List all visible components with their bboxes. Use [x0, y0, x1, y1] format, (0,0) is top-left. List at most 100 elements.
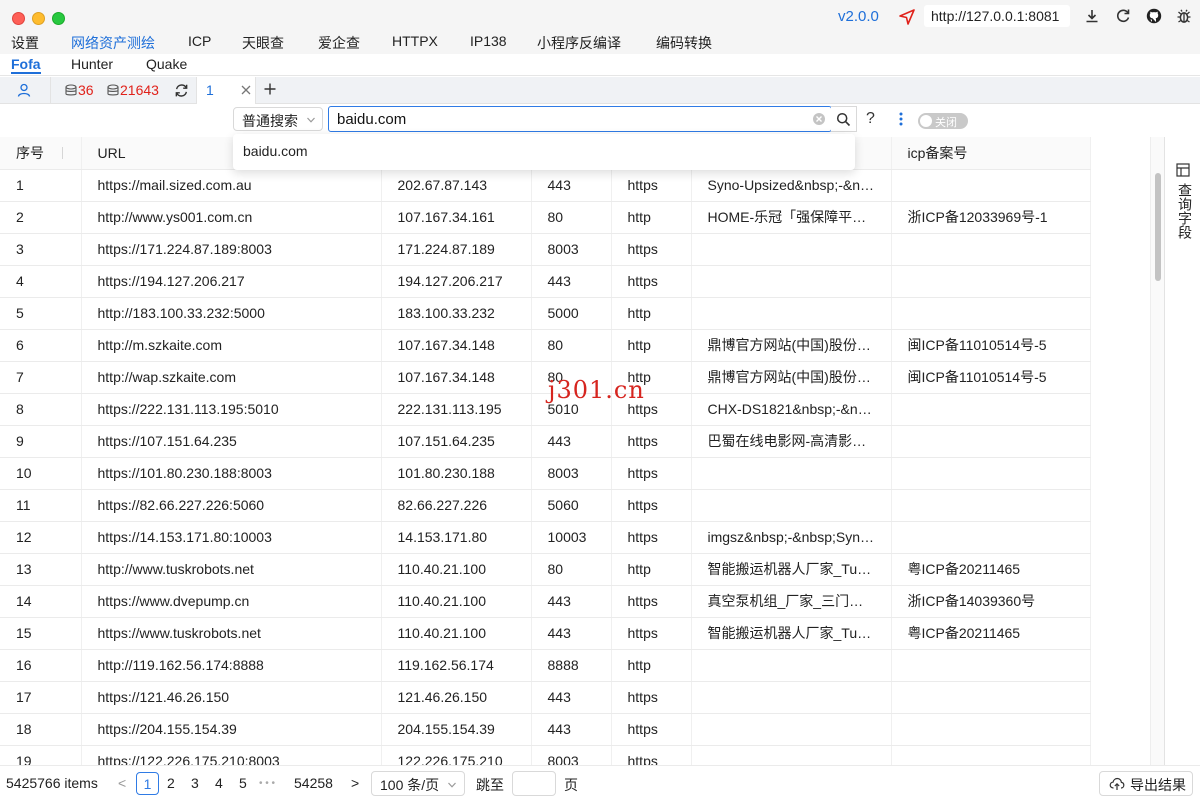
cell-title[interactable] [691, 745, 892, 765]
cell-url[interactable]: https://www.dvepump.cn [81, 585, 382, 618]
table-row[interactable]: 16 http://119.162.56.174:8888 119.162.56.1… [0, 649, 1091, 682]
cell-icp[interactable]: 粤ICP备20211465 [891, 617, 1091, 650]
cell-index[interactable]: 15 [0, 617, 82, 650]
close-window-button[interactable] [12, 12, 25, 25]
cell-index[interactable]: 9 [0, 425, 82, 458]
cell-index[interactable]: 7 [0, 361, 82, 394]
scrollbar-thumb[interactable] [1155, 173, 1161, 281]
cell-icp[interactable]: 闽ICP备11010514号-5 [891, 361, 1091, 394]
cell-title[interactable]: imgsz&nbsp;-&nbsp;Synology [691, 521, 892, 554]
cell-index[interactable]: 16 [0, 649, 82, 682]
cell-title[interactable]: 鼎博官方网站(中国)股份有限公司 [691, 329, 892, 362]
cell-protocol[interactable]: http [611, 329, 692, 362]
cell-ip[interactable]: 121.46.26.150 [381, 681, 532, 714]
cell-title[interactable] [691, 265, 892, 298]
cell-icp[interactable]: 闽ICP备11010514号-5 [891, 329, 1091, 362]
cell-url[interactable]: https://204.155.154.39 [81, 713, 382, 746]
server-url-field[interactable]: http://127.0.0.1:8081 [924, 5, 1070, 27]
page-ellipsis[interactable]: • • • [259, 778, 275, 789]
table-row[interactable]: 12 https://14.153.171.80:10003 14.153.171.… [0, 521, 1091, 554]
cell-ip[interactable]: 119.162.56.174 [381, 649, 532, 682]
cell-ip[interactable]: 110.40.21.100 [381, 617, 532, 650]
cell-protocol[interactable]: https [611, 489, 692, 522]
cell-title[interactable]: 智能搬运机器人厂家_Tusk机器人 [691, 617, 892, 650]
table-row[interactable]: 13 http://www.tuskrobots.net 110.40.21.100… [0, 553, 1091, 586]
cell-port[interactable]: 5000 [531, 297, 612, 330]
cell-ip[interactable]: 82.66.227.226 [381, 489, 532, 522]
cell-port[interactable]: 443 [531, 713, 612, 746]
cell-url[interactable]: https://107.151.64.235 [81, 425, 382, 458]
cell-protocol[interactable]: https [611, 521, 692, 554]
cell-title[interactable] [691, 489, 892, 522]
refresh-stats-icon[interactable] [174, 83, 189, 98]
menu-item-httpx[interactable]: HTTPX [392, 33, 438, 49]
cell-ip[interactable]: 14.153.171.80 [381, 521, 532, 554]
cell-protocol[interactable]: https [611, 233, 692, 266]
cell-url[interactable]: http://119.162.56.174:8888 [81, 649, 382, 682]
cell-index[interactable]: 10 [0, 457, 82, 490]
cell-protocol[interactable]: https [611, 425, 692, 458]
table-row[interactable]: 10 https://101.80.230.188:8003 101.80.230.… [0, 457, 1091, 490]
cell-icp[interactable]: 粤ICP备20211465 [891, 553, 1091, 586]
cell-protocol[interactable]: https [611, 169, 692, 202]
cell-index[interactable]: 3 [0, 233, 82, 266]
cell-icp[interactable] [891, 233, 1091, 266]
cell-index[interactable]: 19 [0, 745, 82, 765]
cell-title[interactable]: 鼎博官方网站(中国)股份有限公司 [691, 361, 892, 394]
menu-item-aiqicha[interactable]: 爱企查 [318, 33, 360, 53]
cell-icp[interactable] [891, 745, 1091, 765]
cell-url[interactable]: http://www.tuskrobots.net [81, 553, 382, 586]
prev-page-button[interactable]: < [118, 775, 126, 791]
cell-index[interactable]: 1 [0, 169, 82, 202]
cell-ip[interactable]: 204.155.154.39 [381, 713, 532, 746]
cell-icp[interactable] [891, 425, 1091, 458]
cell-icp[interactable] [891, 297, 1091, 330]
vertical-scrollbar[interactable] [1150, 137, 1164, 765]
cell-protocol[interactable]: https [611, 617, 692, 650]
add-tab-icon[interactable] [263, 82, 277, 96]
cell-title[interactable]: 真空泵机组_厂家_三门峡泵业 [691, 585, 892, 618]
page-button-2[interactable]: 2 [167, 775, 175, 791]
cell-icp[interactable] [891, 169, 1091, 202]
cell-title[interactable]: HOME-乐冠「强保障平台」 [691, 201, 892, 234]
table-row[interactable]: 6 http://m.szkaite.com 107.167.34.148 80 htt… [0, 329, 1091, 362]
cell-index[interactable]: 17 [0, 681, 82, 714]
cell-protocol[interactable]: https [611, 681, 692, 714]
cell-url[interactable]: http://www.ys001.com.cn [81, 201, 382, 234]
cell-url[interactable]: http://m.szkaite.com [81, 329, 382, 362]
download-icon[interactable] [1084, 8, 1100, 24]
cell-url[interactable]: https://171.224.87.189:8003 [81, 233, 382, 266]
cell-url[interactable]: https://222.131.113.195:5010 [81, 393, 382, 426]
cell-index[interactable]: 6 [0, 329, 82, 362]
toggle-switch[interactable]: 关闭 [918, 113, 968, 129]
menu-item-icp[interactable]: ICP [188, 33, 211, 49]
menu-item-encoding[interactable]: 编码转换 [656, 33, 712, 53]
cell-protocol[interactable]: https [611, 713, 692, 746]
cell-port[interactable]: 443 [531, 265, 612, 298]
menu-item-settings[interactable]: 设置 [11, 33, 39, 53]
table-row[interactable]: 11 https://82.66.227.226:5060 82.66.227.22… [0, 489, 1091, 522]
cell-url[interactable]: https://82.66.227.226:5060 [81, 489, 382, 522]
table-row[interactable]: 2 http://www.ys001.com.cn 107.167.34.161 80… [0, 201, 1091, 234]
table-row[interactable]: 18 https://204.155.154.39 204.155.154.39 44… [0, 713, 1091, 746]
close-icon[interactable] [239, 83, 253, 97]
cell-url[interactable]: http://183.100.33.232:5000 [81, 297, 382, 330]
cell-ip[interactable]: 110.40.21.100 [381, 553, 532, 586]
tab-quake[interactable]: Quake [146, 56, 187, 72]
next-page-button[interactable]: > [351, 775, 359, 791]
cell-icp[interactable]: 浙ICP备12033969号-1 [891, 201, 1091, 234]
tab-fofa[interactable]: Fofa [11, 56, 41, 74]
cell-port[interactable]: 80 [531, 329, 612, 362]
menu-item-asset-mapping[interactable]: 网络资产测绘 [71, 33, 155, 56]
cell-title[interactable] [691, 233, 892, 266]
cell-port[interactable]: 80 [531, 201, 612, 234]
more-options-icon[interactable] [896, 110, 906, 128]
cell-index[interactable]: 4 [0, 265, 82, 298]
cell-ip[interactable]: 194.127.206.217 [381, 265, 532, 298]
cell-index[interactable]: 13 [0, 553, 82, 586]
table-row[interactable]: 8 https://222.131.113.195:5010 222.131.113… [0, 393, 1091, 426]
cell-port[interactable]: 443 [531, 617, 612, 650]
table-row[interactable]: 15 https://www.tuskrobots.net 110.40.21.10… [0, 617, 1091, 650]
cell-ip[interactable]: 122.226.175.210 [381, 745, 532, 765]
table-row[interactable]: 4 https://194.127.206.217 194.127.206.217 4… [0, 265, 1091, 298]
